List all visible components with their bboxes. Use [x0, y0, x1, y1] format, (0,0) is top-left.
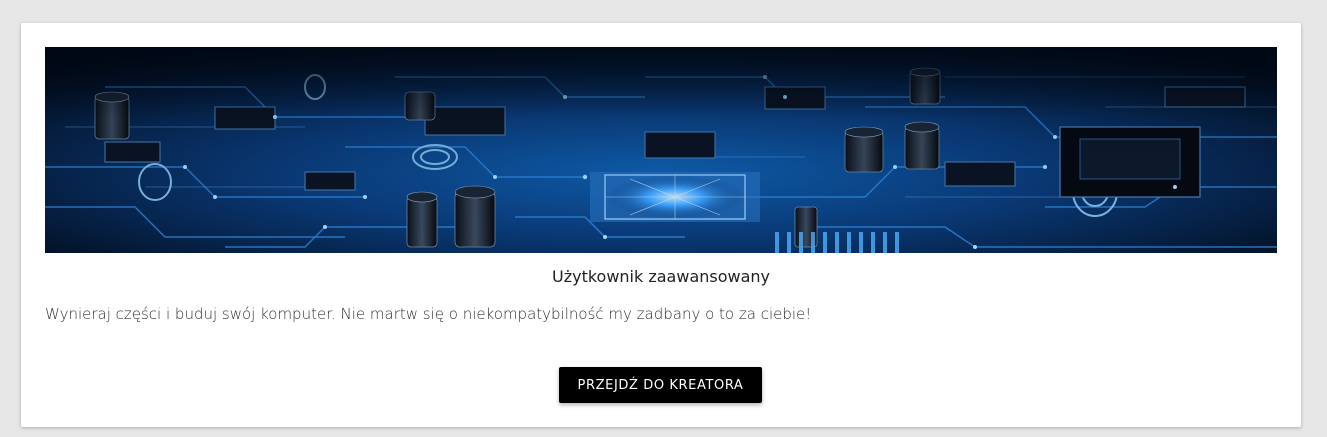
card-description: Wynieraj części i buduj swój komputer. N…	[45, 305, 812, 323]
card-title: Użytkownik zaawansowany	[551, 267, 771, 286]
builder-card: Użytkownik zaawansowany Wynieraj części …	[21, 23, 1301, 427]
go-to-builder-button[interactable]: PRZEJDŹ DO KREATORA	[559, 367, 762, 403]
circuit-board-banner-image	[45, 47, 1277, 253]
